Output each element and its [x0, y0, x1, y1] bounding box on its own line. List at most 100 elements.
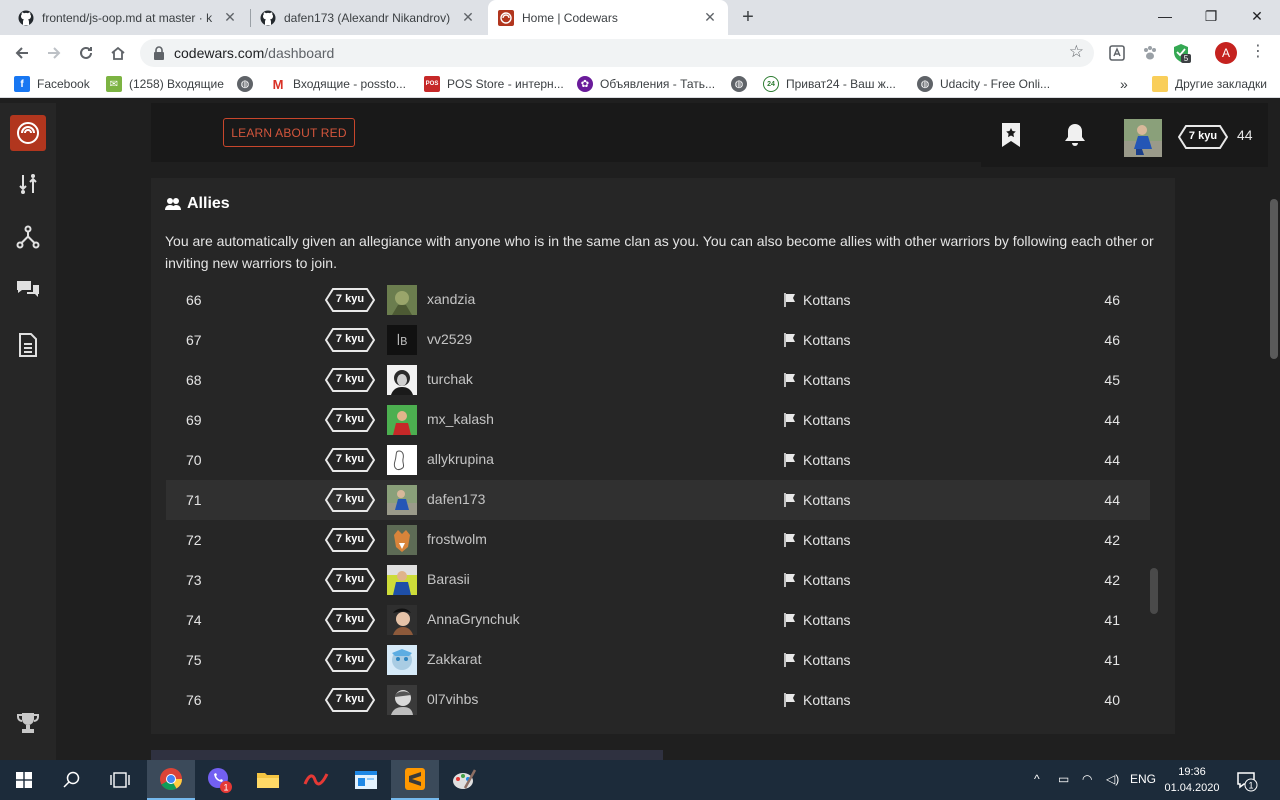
taskbar-vivaldi-app[interactable]: [292, 760, 340, 800]
profile-avatar[interactable]: A: [1215, 42, 1237, 64]
avatar[interactable]: [387, 525, 417, 555]
bookmark-pos-store[interactable]: POS POS Store - интерн...: [424, 75, 564, 93]
bookmark-star-icon[interactable]: ☆: [1069, 42, 1084, 62]
avatar[interactable]: [387, 645, 417, 675]
page-scrollbar-thumb[interactable]: [1270, 199, 1278, 359]
reload-button[interactable]: [74, 41, 98, 65]
username-link[interactable]: AnnaGrynchuk: [427, 611, 520, 627]
tab-github-profile[interactable]: dafen173 (Alexandr Nikandrov) ✕: [250, 0, 486, 35]
search-button[interactable]: [48, 760, 96, 800]
sidebar-item-practice[interactable]: [11, 167, 45, 201]
username-link[interactable]: dafen173: [427, 491, 485, 507]
clan-name[interactable]: Kottans: [803, 652, 850, 668]
avatar[interactable]: [387, 285, 417, 315]
bookmark-ukrnet-inbox[interactable]: ✉ (1258) Входящие: [106, 75, 224, 93]
username-link[interactable]: Zakkarat: [427, 651, 481, 667]
username-link[interactable]: vv2529: [427, 331, 472, 347]
rank-badge-label: 7 kyu: [335, 413, 365, 425]
new-tab-button[interactable]: +: [738, 6, 758, 29]
clan-name[interactable]: Kottans: [803, 492, 850, 508]
volume-icon[interactable]: ◁): [1106, 772, 1119, 786]
start-button[interactable]: [0, 760, 48, 800]
avatar[interactable]: [387, 445, 417, 475]
ally-position: 66: [186, 292, 202, 308]
bookmark-gmail[interactable]: M Входящие - possto...: [270, 75, 406, 93]
clan-name[interactable]: Kottans: [803, 612, 850, 628]
avatar[interactable]: [387, 605, 417, 635]
bookmark-globe-2[interactable]: ◍: [731, 75, 754, 93]
tab-title: Home | Codewars: [522, 10, 618, 25]
clan-name[interactable]: Kottans: [803, 572, 850, 588]
clan-name[interactable]: Kottans: [803, 452, 850, 468]
user-rank-badge[interactable]: 7 kyu: [1177, 125, 1229, 149]
show-hidden-icons[interactable]: ^: [1034, 772, 1040, 786]
sidebar-item-discuss[interactable]: [11, 272, 45, 306]
bell-icon[interactable]: [1063, 122, 1087, 153]
clock[interactable]: 19:36 01.04.2020: [1160, 764, 1224, 796]
more-bookmarks-button[interactable]: »: [1120, 75, 1128, 93]
tab-github-frontend[interactable]: frontend/js-oop.md at master · k ✕: [8, 0, 248, 35]
bookmark-facebook[interactable]: f Facebook: [14, 75, 90, 93]
clan-name[interactable]: Kottans: [803, 532, 850, 548]
bookmark-globe[interactable]: ◍: [237, 75, 260, 93]
username-link[interactable]: allykrupina: [427, 451, 494, 467]
bookmark-udacity[interactable]: ◍ Udacity - Free Onli...: [917, 75, 1050, 93]
user-avatar[interactable]: [1124, 119, 1162, 157]
username-link[interactable]: 0l7vihbs: [427, 691, 478, 707]
clan-name[interactable]: Kottans: [803, 372, 850, 388]
other-bookmarks-folder[interactable]: Другие закладки: [1152, 75, 1267, 93]
taskbar-paint[interactable]: [440, 760, 488, 800]
battery-icon[interactable]: ▭: [1058, 772, 1069, 786]
extension-paw-icon[interactable]: [1139, 42, 1161, 64]
avatar[interactable]: [387, 365, 417, 395]
globe-icon: ◍: [731, 76, 747, 92]
clan-name[interactable]: Kottans: [803, 412, 850, 428]
codewars-logo[interactable]: [10, 115, 46, 151]
minimize-button[interactable]: —: [1142, 0, 1188, 32]
taskbar-chrome[interactable]: [147, 760, 195, 800]
avatar[interactable]: [387, 405, 417, 435]
username-link[interactable]: xandzia: [427, 291, 475, 307]
username-link[interactable]: Barasii: [427, 571, 470, 587]
extension-shield-icon[interactable]: 5: [1171, 42, 1193, 64]
home-button[interactable]: [106, 41, 130, 65]
bookmark-icon[interactable]: [1000, 122, 1022, 153]
bookmark-olx[interactable]: ✿ Объявления - Тать...: [577, 75, 715, 93]
allies-scrollbar[interactable]: [1150, 568, 1158, 614]
action-center-icon[interactable]: 1: [1236, 770, 1258, 797]
address-bar[interactable]: codewars.com/dashboard ☆: [140, 39, 1094, 67]
close-icon[interactable]: ✕: [222, 9, 238, 26]
clan-name[interactable]: Kottans: [803, 332, 850, 348]
taskbar-sublime[interactable]: [391, 760, 439, 800]
avatar[interactable]: ꟾB: [387, 325, 417, 355]
maximize-button[interactable]: ❐: [1188, 0, 1234, 32]
taskbar-explorer[interactable]: [244, 760, 292, 800]
clan-name[interactable]: Kottans: [803, 292, 850, 308]
close-icon[interactable]: ✕: [702, 9, 718, 26]
browser-menu-icon[interactable]: ⋮: [1250, 41, 1266, 61]
sidebar-item-leaderboard[interactable]: [11, 706, 45, 740]
username-link[interactable]: turchak: [427, 371, 473, 387]
username-link[interactable]: frostwolm: [427, 531, 487, 547]
globe-icon: ◍: [917, 76, 933, 92]
close-icon[interactable]: ✕: [460, 9, 476, 26]
forward-button[interactable]: [42, 41, 66, 65]
avatar[interactable]: [387, 485, 417, 515]
back-button[interactable]: [10, 41, 34, 65]
taskbar-viber[interactable]: 1: [196, 760, 244, 800]
avatar[interactable]: [387, 565, 417, 595]
username-link[interactable]: mx_kalash: [427, 411, 494, 427]
learn-about-red-button[interactable]: LEARN ABOUT RED: [223, 118, 355, 147]
taskbar-window-app[interactable]: [342, 760, 390, 800]
bookmark-privat24[interactable]: 24 Приват24 - Ваш ж...: [763, 75, 896, 93]
language-indicator[interactable]: ENG: [1130, 772, 1156, 786]
sidebar-item-docs[interactable]: [11, 328, 45, 362]
avatar[interactable]: [387, 685, 417, 715]
window-close-button[interactable]: ✕: [1234, 0, 1280, 32]
wifi-icon[interactable]: ◠: [1082, 772, 1092, 786]
clan-name[interactable]: Kottans: [803, 692, 850, 708]
sidebar-item-kumite[interactable]: [11, 220, 45, 254]
extension-translate-icon[interactable]: [1106, 42, 1128, 64]
task-view-button[interactable]: [96, 760, 144, 800]
tab-codewars[interactable]: Home | Codewars ✕: [488, 0, 728, 35]
